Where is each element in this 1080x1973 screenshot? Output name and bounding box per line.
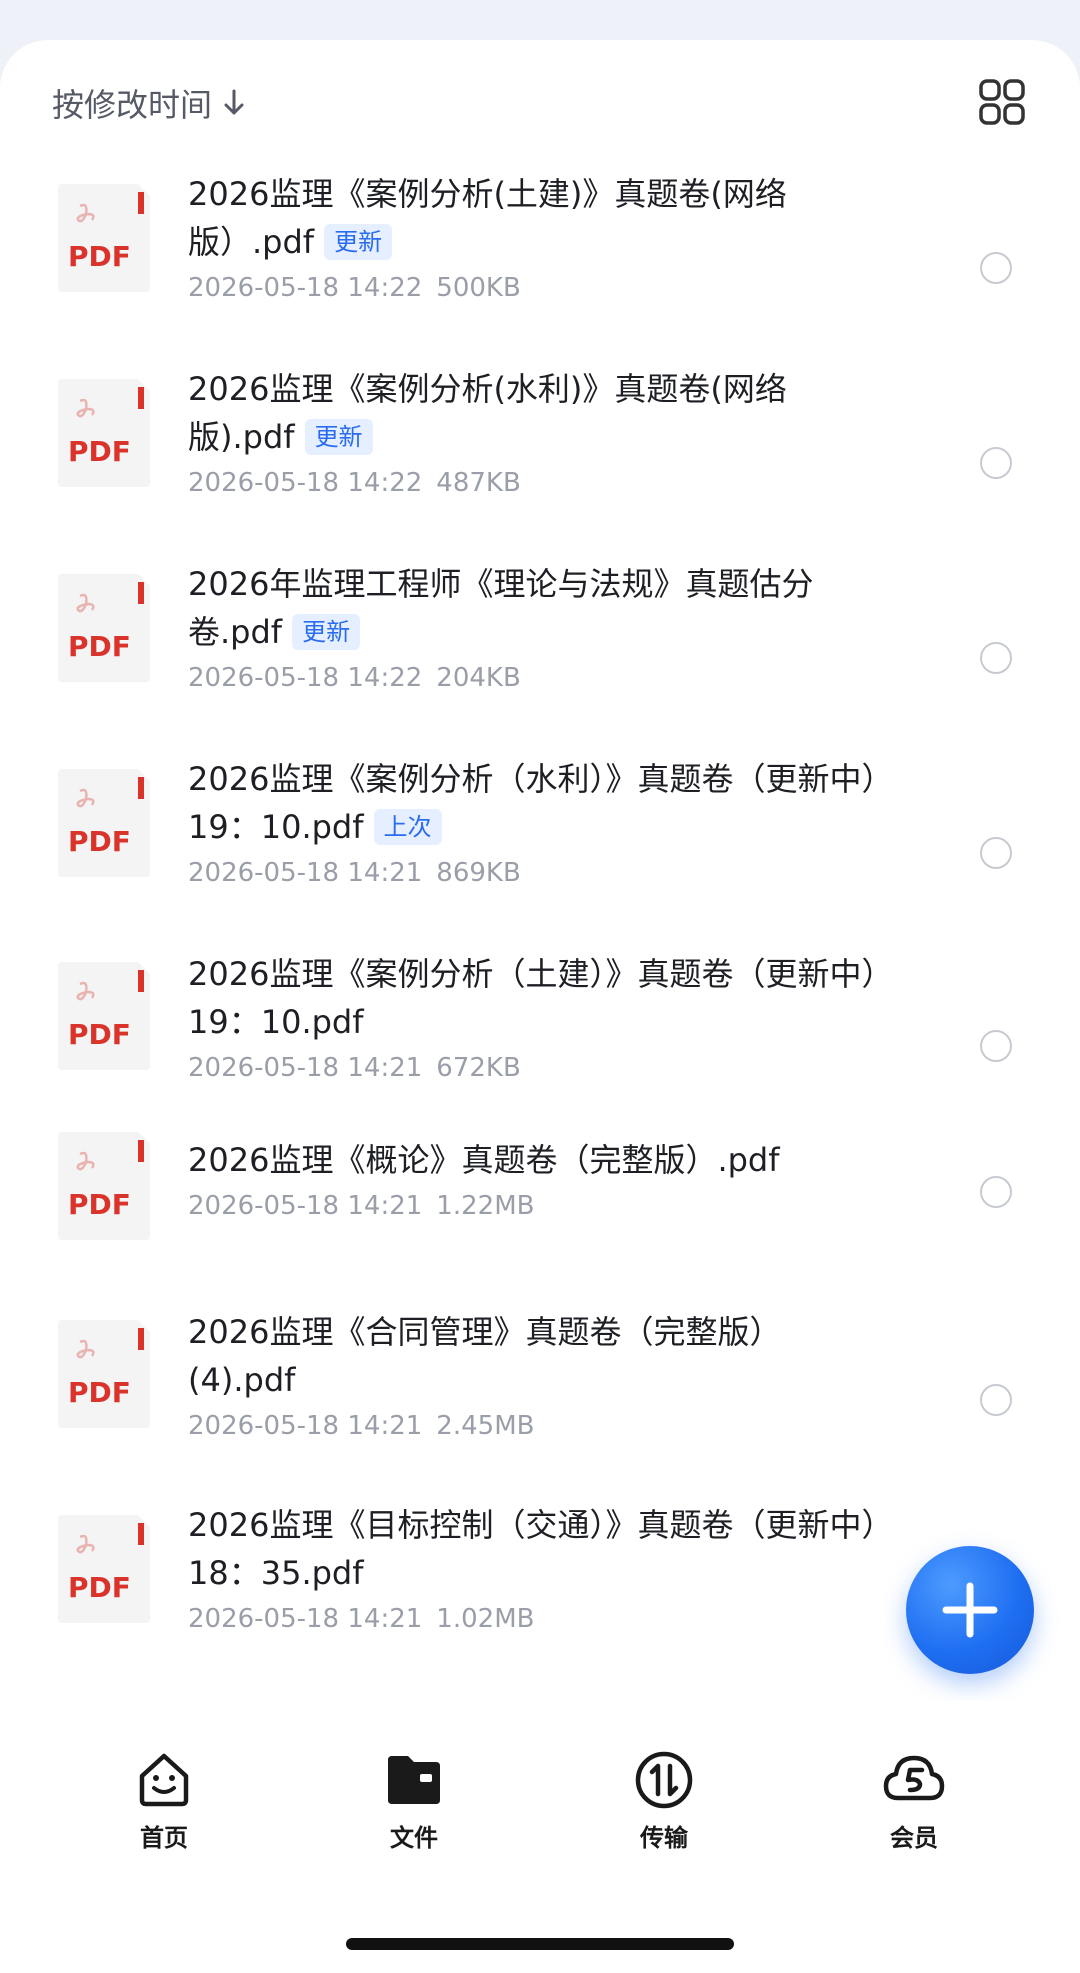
tab-transfer[interactable]: 传输	[594, 1748, 734, 1858]
update-badge: 更新	[324, 224, 393, 260]
file-name: 2026监理《案例分析（水利）》真题卷（更新中）19：10.pdf 上次	[188, 760, 878, 846]
file-list: PDF 2026监理《案例分析(土建)》真题卷(网络版）.pdf 更新 2026-…	[0, 160, 1080, 1705]
pdf-icon-label: PDF	[68, 1571, 131, 1604]
select-radio[interactable]	[980, 1176, 1012, 1208]
file-size: 1.22MB	[436, 1191, 535, 1221]
file-meta: 2026-05-18 14:21 2.45MB	[188, 1406, 888, 1446]
file-date: 2026-05-18 14:21	[188, 1053, 423, 1083]
home-indicator[interactable]	[346, 1938, 734, 1950]
pdf-icon-label: PDF	[68, 1018, 131, 1051]
pdf-file-icon: PDF	[58, 379, 150, 487]
plus-icon	[942, 1582, 998, 1638]
file-row[interactable]: PDF 2026监理《案例分析（水利）》真题卷（更新中）19：10.pdf 上次 …	[0, 745, 1080, 940]
tab-home-label: 首页	[140, 1824, 188, 1852]
file-row[interactable]: PDF 2026监理《案例分析(水利)》真题卷(网络版).pdf 更新 2026-…	[0, 355, 1080, 550]
file-name: 2026监理《合同管理》真题卷（完整版）(4).pdf	[188, 1313, 782, 1399]
tab-files-label: 文件	[390, 1824, 438, 1852]
folder-icon	[388, 1756, 440, 1804]
tab-vip[interactable]: 会员	[844, 1748, 984, 1858]
pdf-file-icon: PDF	[58, 1515, 150, 1623]
vip-cloud-icon	[883, 1755, 945, 1801]
file-date: 2026-05-18 14:22	[188, 273, 423, 303]
tab-transfer-label: 传输	[640, 1824, 688, 1852]
pdf-file-icon: PDF	[58, 574, 150, 682]
file-size: 2.45MB	[436, 1411, 535, 1441]
file-row[interactable]: PDF 2026监理《合同管理》真题卷（完整版）(4).pdf 2026-05-…	[0, 1298, 1080, 1491]
file-size: 1.02MB	[436, 1604, 535, 1634]
file-list-sheet: 按修改时间 PDF 2026监理《案例分析(土建)》真题卷(网络版）.pdf 更新…	[0, 40, 1080, 1973]
pdf-file-icon: PDF	[58, 184, 150, 292]
file-size: 204KB	[436, 663, 521, 693]
last-opened-badge: 上次	[373, 809, 442, 845]
file-name: 2026监理《案例分析(土建)》真题卷(网络版）.pdf 更新	[188, 175, 787, 261]
file-size: 487KB	[436, 468, 521, 498]
update-badge: 更新	[292, 614, 361, 650]
file-size: 500KB	[436, 273, 521, 303]
pdf-file-icon: PDF	[58, 1320, 150, 1428]
file-name: 2026监理《案例分析（土建）》真题卷（更新中）19：10.pdf	[188, 955, 878, 1041]
file-name: 2026年监理工程师《理论与法规》真题估分卷.pdf 更新	[188, 565, 814, 651]
select-radio[interactable]	[980, 1384, 1012, 1416]
file-size: 672KB	[436, 1053, 521, 1083]
file-name: 2026监理《案例分析(水利)》真题卷(网络版).pdf 更新	[188, 370, 787, 456]
bottom-tab-bar: 首页 文件 传输 会员	[0, 1700, 1080, 1880]
select-radio[interactable]	[980, 642, 1012, 674]
file-row[interactable]: PDF 2026监理《概论》真题卷（完整版）.pdf 2026-05-18 14…	[0, 1118, 1080, 1298]
select-radio[interactable]	[980, 447, 1012, 479]
pdf-icon-label: PDF	[68, 1188, 131, 1221]
file-date: 2026-05-18 14:21	[188, 1411, 423, 1441]
select-radio[interactable]	[980, 1030, 1012, 1062]
pdf-file-icon: PDF	[58, 769, 150, 877]
file-row[interactable]: PDF 2026监理《案例分析(土建)》真题卷(网络版）.pdf 更新 2026-…	[0, 160, 1080, 355]
pdf-file-icon: PDF	[58, 1132, 150, 1240]
pdf-icon-label: PDF	[68, 435, 131, 468]
file-date: 2026-05-18 14:21	[188, 858, 423, 888]
update-badge: 更新	[304, 419, 373, 455]
grid-view-icon[interactable]	[978, 78, 1026, 126]
file-date: 2026-05-18 14:21	[188, 1191, 423, 1221]
file-meta: 2026-05-18 14:21 1.02MB	[188, 1599, 888, 1639]
file-meta: 2026-05-18 14:22 500KB	[188, 268, 888, 308]
file-meta: 2026-05-18 14:21 869KB	[188, 853, 888, 893]
file-size: 869KB	[436, 858, 521, 888]
sort-selector[interactable]: 按修改时间	[52, 78, 246, 128]
select-radio[interactable]	[980, 252, 1012, 284]
file-name: 2026监理《目标控制（交通）》真题卷（更新中）18：35.pdf	[188, 1506, 878, 1592]
file-meta: 2026-05-18 14:22 487KB	[188, 463, 888, 503]
file-date: 2026-05-18 14:21	[188, 1604, 423, 1634]
file-row[interactable]: PDF 2026年监理工程师《理论与法规》真题估分卷.pdf 更新 2026-05…	[0, 550, 1080, 745]
pdf-icon-label: PDF	[68, 1376, 131, 1409]
file-meta: 2026-05-18 14:21 672KB	[188, 1048, 888, 1088]
file-date: 2026-05-18 14:22	[188, 663, 423, 693]
add-button[interactable]	[906, 1546, 1034, 1674]
pdf-icon-label: PDF	[68, 825, 131, 858]
file-meta: 2026-05-18 14:21 1.22MB	[188, 1186, 888, 1226]
pdf-file-icon: PDF	[58, 962, 150, 1070]
file-name: 2026监理《概论》真题卷（完整版）.pdf	[188, 1141, 780, 1179]
sort-label: 按修改时间	[52, 86, 213, 124]
file-date: 2026-05-18 14:22	[188, 468, 423, 498]
select-radio[interactable]	[980, 837, 1012, 869]
tab-vip-label: 会员	[890, 1824, 938, 1852]
tab-files[interactable]: 文件	[344, 1748, 484, 1858]
file-row[interactable]: PDF 2026监理《案例分析（土建）》真题卷（更新中）19：10.pdf 20…	[0, 940, 1080, 1118]
tab-home[interactable]: 首页	[94, 1748, 234, 1858]
pdf-icon-label: PDF	[68, 630, 131, 663]
arrow-down-icon	[224, 89, 244, 115]
pdf-icon-label: PDF	[68, 240, 131, 273]
transfer-icon	[635, 1751, 693, 1809]
file-meta: 2026-05-18 14:22 204KB	[188, 658, 888, 698]
smile-home-icon	[139, 1753, 189, 1807]
